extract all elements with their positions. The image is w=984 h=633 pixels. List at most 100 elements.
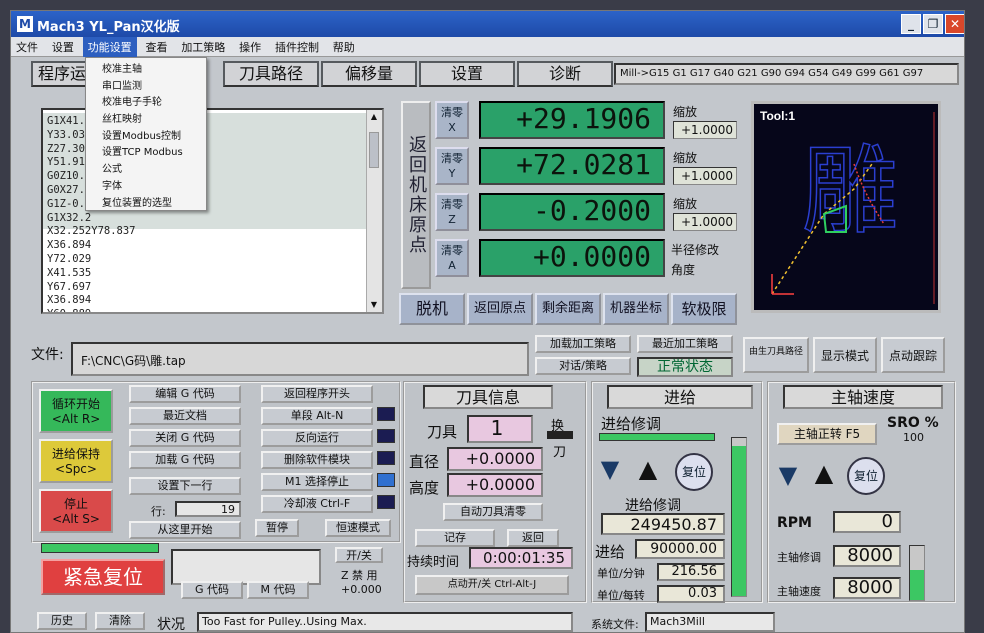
remember-button[interactable]: 记存	[415, 529, 495, 547]
coolant-button[interactable]: 冷却液 Ctrl-F	[261, 495, 373, 513]
dropdown-item[interactable]: 校准电子手轮	[86, 91, 206, 108]
jog-follow-button[interactable]: 点动跟踪	[881, 337, 945, 373]
spindle-override-value[interactable]: 8000	[833, 545, 901, 567]
tab-toolpath[interactable]: 刀具路径	[223, 61, 319, 87]
minimize-button[interactable]: _	[901, 14, 921, 34]
line-number-field[interactable]: 19	[175, 501, 241, 517]
block-delete-button[interactable]: 删除软件模块	[261, 451, 373, 469]
constant-velocity-button[interactable]: 恒速模式	[325, 519, 391, 537]
edit-gcode-button[interactable]: 编辑 G 代码	[129, 385, 241, 403]
dropdown-item[interactable]: 丝杠映射	[86, 108, 206, 125]
spindle-override-bar[interactable]	[909, 545, 925, 601]
display-mode-button[interactable]: 显示模式	[813, 337, 877, 373]
menu-config[interactable]: 设置	[47, 37, 79, 57]
jog-toggle-button[interactable]: 点动开/关 Ctrl-Alt-J	[415, 575, 569, 595]
dropdown-item[interactable]: 设置TCP Modbus	[86, 141, 206, 158]
mcodes-button[interactable]: M 代码	[247, 581, 309, 599]
dropdown-item[interactable]: 设置Modbus控制	[86, 125, 206, 142]
menu-file[interactable]: 文件	[11, 37, 43, 57]
scale-y-value[interactable]: +1.0000	[673, 167, 737, 185]
menu-function-config[interactable]: 功能设置	[82, 37, 137, 57]
tool-number-field[interactable]: 1	[467, 415, 533, 443]
soft-limits-button[interactable]: 软极限	[671, 293, 737, 325]
distance-to-go-button[interactable]: 剩余距离	[535, 293, 601, 325]
recent-file-button[interactable]: 最近文档	[129, 407, 241, 425]
tab-settings[interactable]: 设置	[419, 61, 515, 87]
m1-optional-stop-button[interactable]: M1 选择停止	[261, 473, 373, 491]
zero-a-button[interactable]: 清零 A	[435, 239, 469, 277]
single-block-button[interactable]: 单段 Alt-N	[261, 407, 373, 425]
feedrate-label: 进给	[595, 543, 626, 561]
tab-diagnostics[interactable]: 诊断	[517, 61, 613, 87]
scroll-thumb[interactable]	[369, 132, 379, 168]
scroll-up-icon[interactable]: ▲	[369, 112, 379, 122]
menu-wizards[interactable]: 加工策略	[176, 37, 230, 57]
menu-operator[interactable]: 操作	[234, 37, 266, 57]
spindle-reset-button[interactable]: 复位	[847, 457, 885, 495]
onoff-button[interactable]: 开/关	[335, 547, 383, 563]
dro-z[interactable]: -0.2000	[479, 193, 665, 231]
scale-z-value[interactable]: +1.0000	[673, 213, 737, 231]
z-inhibit-value: +0.000	[341, 583, 382, 596]
spindle-up-icon[interactable]: ▲	[809, 459, 839, 489]
dro-a[interactable]: +0.0000	[479, 239, 665, 277]
gcodes-button[interactable]: G 代码	[181, 581, 243, 599]
diameter-field[interactable]: +0.0000	[447, 447, 543, 471]
dro-y[interactable]: +72.0281	[479, 147, 665, 185]
stop-button[interactable]: 停止 <Alt S>	[39, 489, 113, 533]
spindle-down-icon[interactable]: ▼	[773, 461, 803, 491]
auto-tool-zero-button[interactable]: 自动刀具清零	[443, 503, 543, 521]
rewind-button[interactable]: 返回程序开头	[261, 385, 373, 403]
return-button[interactable]: 返回	[507, 529, 559, 547]
dropdown-item[interactable]: 校准主轴	[86, 58, 206, 75]
pause-button[interactable]: 暂停	[255, 519, 299, 537]
feed-override-bar[interactable]	[731, 437, 747, 597]
spindle-speed-value[interactable]: 8000	[833, 577, 901, 599]
dro-x[interactable]: +29.1906	[479, 101, 665, 139]
regen-toolpath-button[interactable]: 由生刀具路径	[743, 337, 809, 373]
cycle-start-button[interactable]: 循环开始 <Alt R>	[39, 389, 113, 433]
feed-hold-button[interactable]: 进给保持 <Spc>	[39, 439, 113, 483]
history-button[interactable]: 历史	[37, 612, 87, 630]
recent-wizard-button[interactable]: 最近加工策略	[637, 335, 733, 353]
tab-offsets[interactable]: 偏移量	[321, 61, 417, 87]
menu-view[interactable]: 查看	[140, 37, 172, 57]
spindle-cw-button[interactable]: 主轴正转 F5	[777, 423, 877, 445]
gcode-scrollbar[interactable]: ▲ ▼	[366, 110, 382, 312]
feed-up-icon[interactable]: ▲	[633, 455, 663, 485]
dropdown-item[interactable]: 字体	[86, 175, 206, 192]
dropdown-item[interactable]: 串口监测	[86, 75, 206, 92]
ref-all-home-button[interactable]: 返回机床原点	[401, 101, 431, 289]
goto-zero-button[interactable]: 返回原点	[467, 293, 533, 325]
tab-program-run[interactable]: 程序运	[31, 61, 93, 87]
close-gcode-button[interactable]: 关闭 G 代码	[129, 429, 241, 447]
load-gcode-button[interactable]: 加载 G 代码	[129, 451, 241, 469]
feed-down-icon[interactable]: ▼	[595, 455, 625, 485]
run-from-here-button[interactable]: 从这里开始	[129, 521, 241, 539]
tool-number: Tool:1	[760, 109, 795, 123]
maximize-button[interactable]: ❐	[923, 14, 943, 34]
dropdown-item[interactable]: 复位装置的选型	[86, 192, 206, 209]
menu-help[interactable]: 帮助	[328, 37, 360, 57]
zero-x-button[interactable]: 清零 X	[435, 101, 469, 139]
machine-coords-button[interactable]: 机器坐标	[603, 293, 669, 325]
offline-button[interactable]: 脱机	[399, 293, 465, 325]
menu-plugin-control[interactable]: 插件控制	[270, 37, 324, 57]
scale-x-value[interactable]: +1.0000	[673, 121, 737, 139]
reverse-run-button[interactable]: 反向运行	[261, 429, 373, 447]
feed-reset-button[interactable]: 复位	[675, 453, 713, 491]
set-next-line-button[interactable]: 设置下一行	[129, 477, 241, 495]
feedrate-value[interactable]: 90000.00	[635, 539, 725, 559]
zero-y-button[interactable]: 清零 Y	[435, 147, 469, 185]
dropdown-item[interactable]: 公式	[86, 158, 206, 175]
clear-button[interactable]: 清除	[95, 612, 145, 630]
toolpath-display[interactable]: Tool:1 雕	[751, 101, 941, 313]
load-wizard-button[interactable]: 加载加工策略	[535, 335, 631, 353]
emergency-reset-button[interactable]: 紧急复位	[41, 559, 165, 595]
zero-z-button[interactable]: 清零 Z	[435, 193, 469, 231]
close-button[interactable]: ✕	[945, 14, 964, 34]
scroll-down-icon[interactable]: ▼	[369, 300, 379, 310]
height-field[interactable]: +0.0000	[447, 473, 543, 497]
conversational-button[interactable]: 对话/策略	[535, 357, 631, 375]
fro-value[interactable]: 249450.87	[601, 513, 725, 535]
